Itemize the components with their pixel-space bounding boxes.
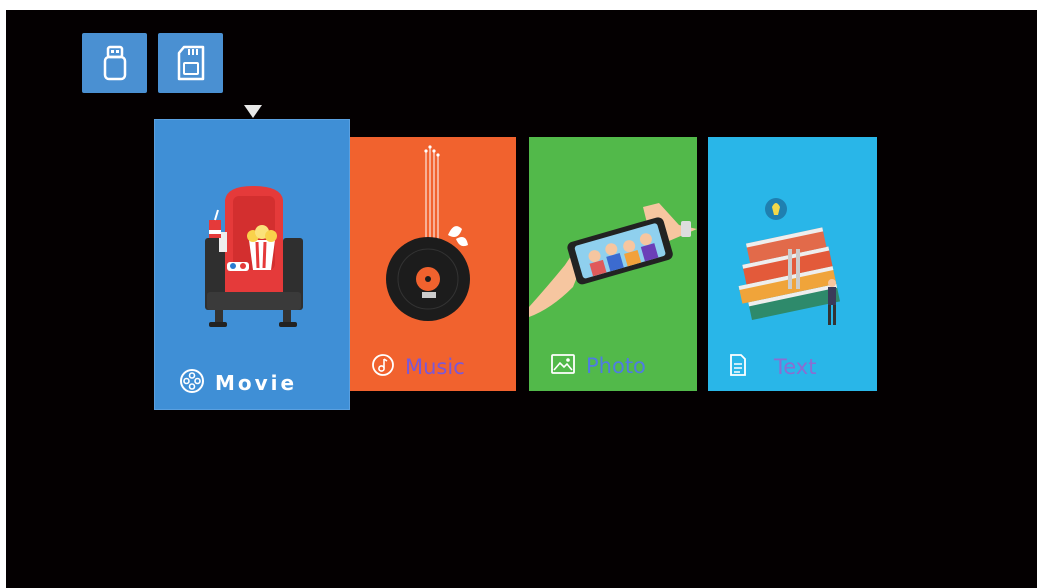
menu-card-movie[interactable]: Movie: [155, 120, 349, 409]
image-icon: [550, 353, 576, 379]
menu-card-photo-label: Photo: [550, 353, 646, 379]
menu-card-label: Movie: [215, 371, 298, 395]
menu-card-movie-label: Movie: [179, 368, 297, 398]
menu-card-label: Photo: [586, 354, 646, 378]
menu-card-text-label: Text: [728, 353, 816, 381]
menu-card-label: Music: [405, 355, 465, 379]
document-icon: [728, 353, 748, 381]
menu-card-text[interactable]: Text: [708, 137, 877, 391]
sd-card-source-button[interactable]: [158, 33, 223, 93]
menu-card-music-label: Music: [371, 353, 465, 381]
selection-indicator-icon: [244, 105, 262, 118]
cinema-seat-illustration: [205, 186, 303, 327]
menu-card-photo[interactable]: Photo: [529, 137, 697, 391]
usb-drive-icon: [102, 45, 128, 81]
menu-card-label: Text: [774, 355, 817, 379]
menu-card-music[interactable]: Music: [350, 137, 516, 391]
film-reel-icon: [179, 368, 205, 398]
sd-card-icon: [175, 45, 207, 81]
music-note-icon: [371, 353, 395, 381]
usb-source-button[interactable]: [82, 33, 147, 93]
